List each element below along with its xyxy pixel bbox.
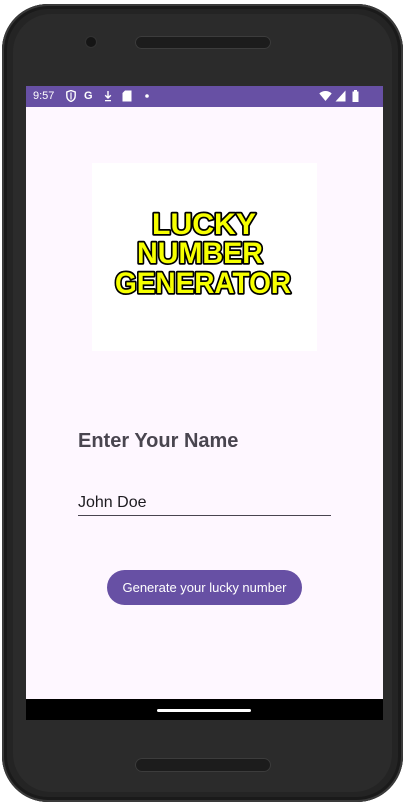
- download-icon: [104, 90, 112, 103]
- name-input[interactable]: [78, 490, 331, 516]
- bottom-speaker: [135, 758, 271, 772]
- navigation-bar: [26, 699, 383, 720]
- front-camera: [86, 37, 96, 47]
- dot-icon: [145, 90, 149, 103]
- shield-icon: [66, 89, 76, 103]
- top-speaker: [135, 36, 271, 49]
- app-screen: 9:57 G LUCKY NUMBER GENERATOR Enter Your…: [26, 86, 383, 720]
- wifi-icon: [319, 90, 332, 103]
- home-gesture-handle[interactable]: [157, 709, 251, 712]
- status-time: 9:57: [33, 90, 55, 102]
- lucky-number-logo: LUCKY NUMBER GENERATOR: [92, 163, 317, 351]
- logo-line-2: NUMBER: [137, 237, 263, 270]
- logo-image: LUCKY NUMBER GENERATOR: [113, 206, 293, 302]
- sd-card-icon: [122, 90, 132, 103]
- battery-icon: [352, 90, 359, 103]
- signal-icon: [335, 90, 346, 103]
- google-g-icon: G: [84, 90, 93, 102]
- name-label: Enter Your Name: [78, 430, 239, 452]
- logo-line-3: GENERATOR: [115, 267, 291, 300]
- generate-button[interactable]: Generate your lucky number: [107, 570, 302, 605]
- status-bar: 9:57 G: [26, 86, 383, 107]
